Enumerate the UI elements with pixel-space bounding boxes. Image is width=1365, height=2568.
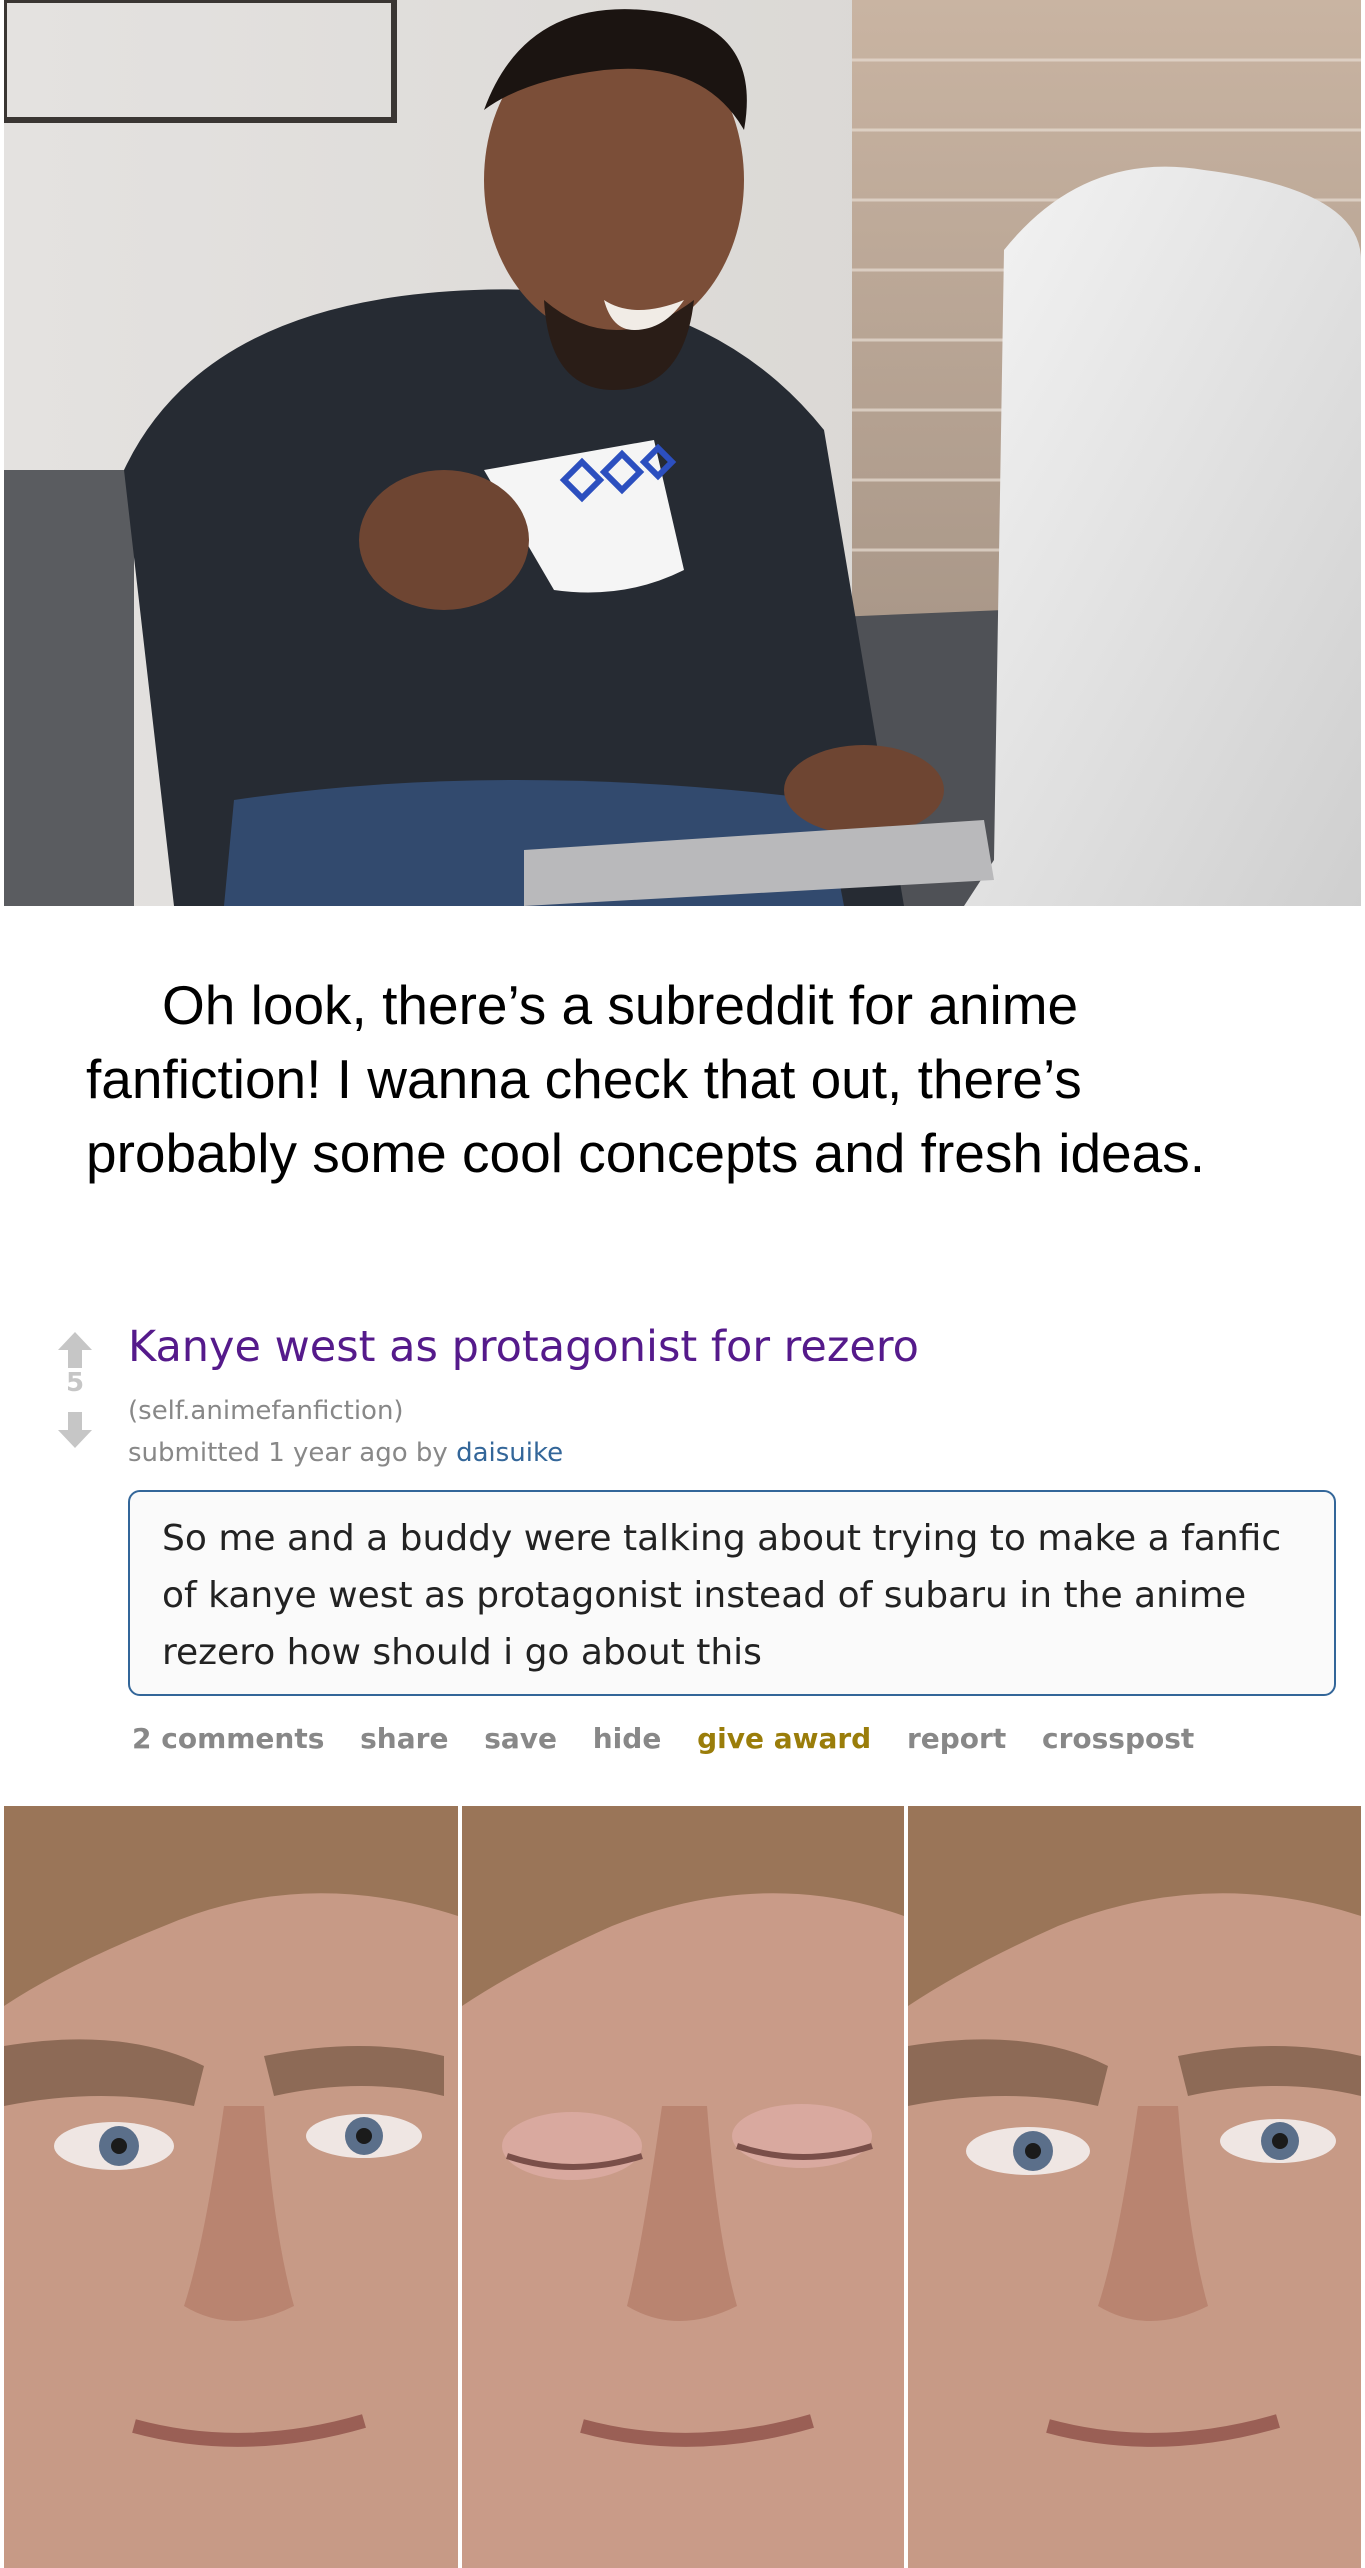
blink-frame-eyes-open-again [908,1806,1361,2568]
post-domain[interactable]: (self.animefanfiction) [128,1396,404,1426]
meme-caption: Oh look, there’s a subreddit for anime f… [86,974,1205,1184]
blink-frame-eyes-open [4,1806,458,2568]
report-button[interactable]: report [907,1722,1006,1755]
vote-column: 5 [48,1330,102,1460]
selftext-box: So me and a buddy were talking about try… [128,1490,1336,1696]
top-photo-man-with-laptop [4,0,1361,906]
reddit-post: 5 Kanye west as protagonist for rezero (… [0,1310,1365,1780]
selftext-body: So me and a buddy were talking about try… [162,1518,1282,1673]
post-buttons: 2 comments share save hide give award re… [132,1722,1220,1755]
post-title-link[interactable]: Kanye west as protagonist for rezero [128,1322,919,1372]
blinking-guy-strip [0,1806,1365,2568]
post-tagline: submitted 1 year ago by daisuike [128,1438,563,1468]
tagline-prefix: submitted 1 year ago by [128,1438,448,1468]
give-award-button[interactable]: give award [697,1722,871,1755]
score: 5 [65,1368,85,1398]
hide-button[interactable]: hide [593,1722,662,1755]
upvote-icon[interactable] [56,1330,94,1370]
crosspost-button[interactable]: crosspost [1042,1722,1194,1755]
share-button[interactable]: share [360,1722,448,1755]
author-link[interactable]: daisuike [456,1438,563,1468]
save-button[interactable]: save [484,1722,557,1755]
comments-button[interactable]: 2 comments [132,1722,324,1755]
downvote-icon[interactable] [56,1410,94,1450]
blink-frame-eyes-closed [462,1806,904,2568]
